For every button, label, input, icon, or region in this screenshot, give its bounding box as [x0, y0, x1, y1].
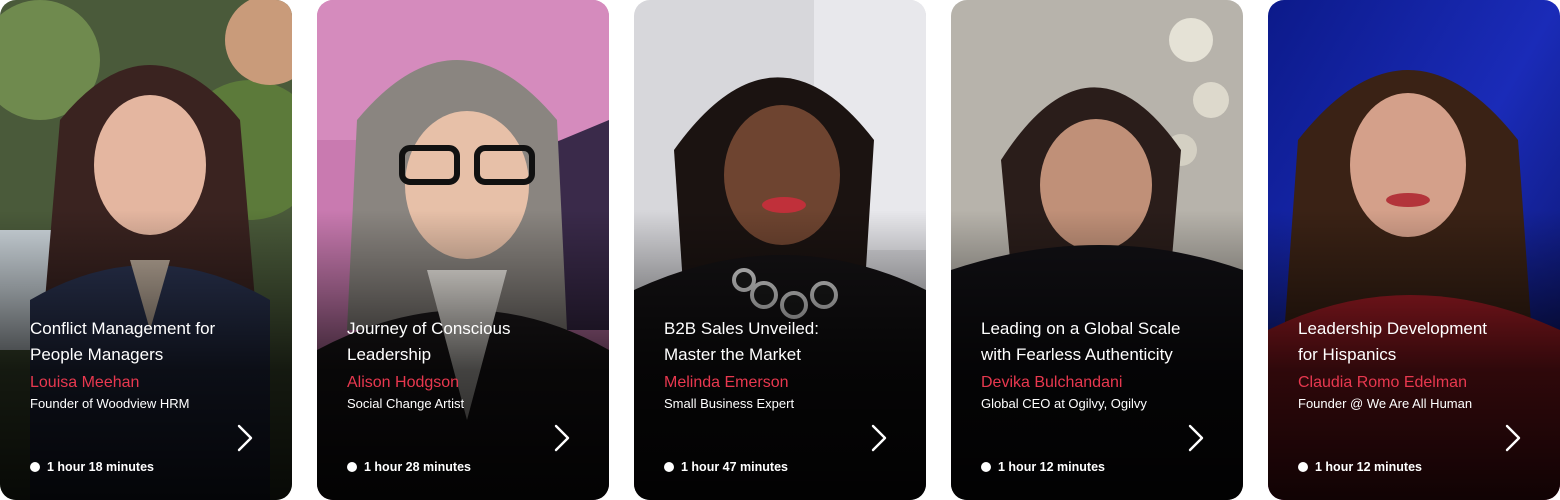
duration-text: 1 hour 47 minutes	[681, 460, 788, 474]
duration: 1 hour 28 minutes	[347, 459, 471, 475]
course-title: Leadership Development for Hispanics	[1298, 319, 1488, 364]
speaker-role: Social Change Artist	[347, 396, 465, 411]
course-card[interactable]: B2B Sales Unveiled: Master the Market Me…	[634, 0, 926, 500]
speaker-name: Louisa Meehan	[30, 374, 140, 391]
course-card[interactable]: Leading on a Global Scale with Fearless …	[951, 0, 1243, 500]
course-card[interactable]: Conflict Management for People Managers …	[0, 0, 292, 500]
speaker-name: Devika Bulchandani	[981, 374, 1123, 391]
speaker-name: Alison Hodgson	[347, 374, 460, 391]
duration-text: 1 hour 12 minutes	[998, 460, 1105, 474]
dot-icon	[664, 462, 674, 472]
chevron-right-icon[interactable]	[1183, 422, 1209, 454]
dot-icon	[30, 462, 40, 472]
duration: 1 hour 12 minutes	[981, 459, 1105, 475]
speaker-role: Global CEO at Ogilvy, Ogilvy	[981, 396, 1147, 411]
duration: 1 hour 18 minutes	[30, 459, 154, 475]
dot-icon	[981, 462, 991, 472]
speaker-role: Founder @ We Are All Human	[1298, 396, 1473, 411]
dot-icon	[347, 462, 357, 472]
duration-text: 1 hour 18 minutes	[47, 460, 154, 474]
course-card[interactable]: Leadership Development for Hispanics Cla…	[1268, 0, 1560, 500]
course-title: Journey of Conscious Leadership	[347, 319, 511, 364]
dot-icon	[1298, 462, 1308, 472]
speaker-name: Melinda Emerson	[664, 374, 789, 391]
course-card[interactable]: Journey of Conscious Leadership Alison H…	[317, 0, 609, 500]
duration-text: 1 hour 28 minutes	[364, 460, 471, 474]
duration-text: 1 hour 12 minutes	[1315, 460, 1422, 474]
chevron-right-icon[interactable]	[232, 422, 258, 454]
course-title: Conflict Management for People Managers	[30, 319, 216, 364]
duration: 1 hour 12 minutes	[1298, 459, 1422, 475]
chevron-right-icon[interactable]	[866, 422, 892, 454]
speaker-role: Founder of Woodview HRM	[30, 396, 190, 411]
course-title: B2B Sales Unveiled: Master the Market	[664, 319, 819, 364]
chevron-right-icon[interactable]	[1500, 422, 1526, 454]
course-title: Leading on a Global Scale with Fearless …	[981, 319, 1181, 364]
speaker-name: Claudia Romo Edelman	[1298, 374, 1467, 391]
chevron-right-icon[interactable]	[549, 422, 575, 454]
course-carousel: Conflict Management for People Managers …	[0, 0, 1560, 500]
duration: 1 hour 47 minutes	[664, 459, 788, 475]
speaker-role: Small Business Expert	[664, 396, 795, 411]
